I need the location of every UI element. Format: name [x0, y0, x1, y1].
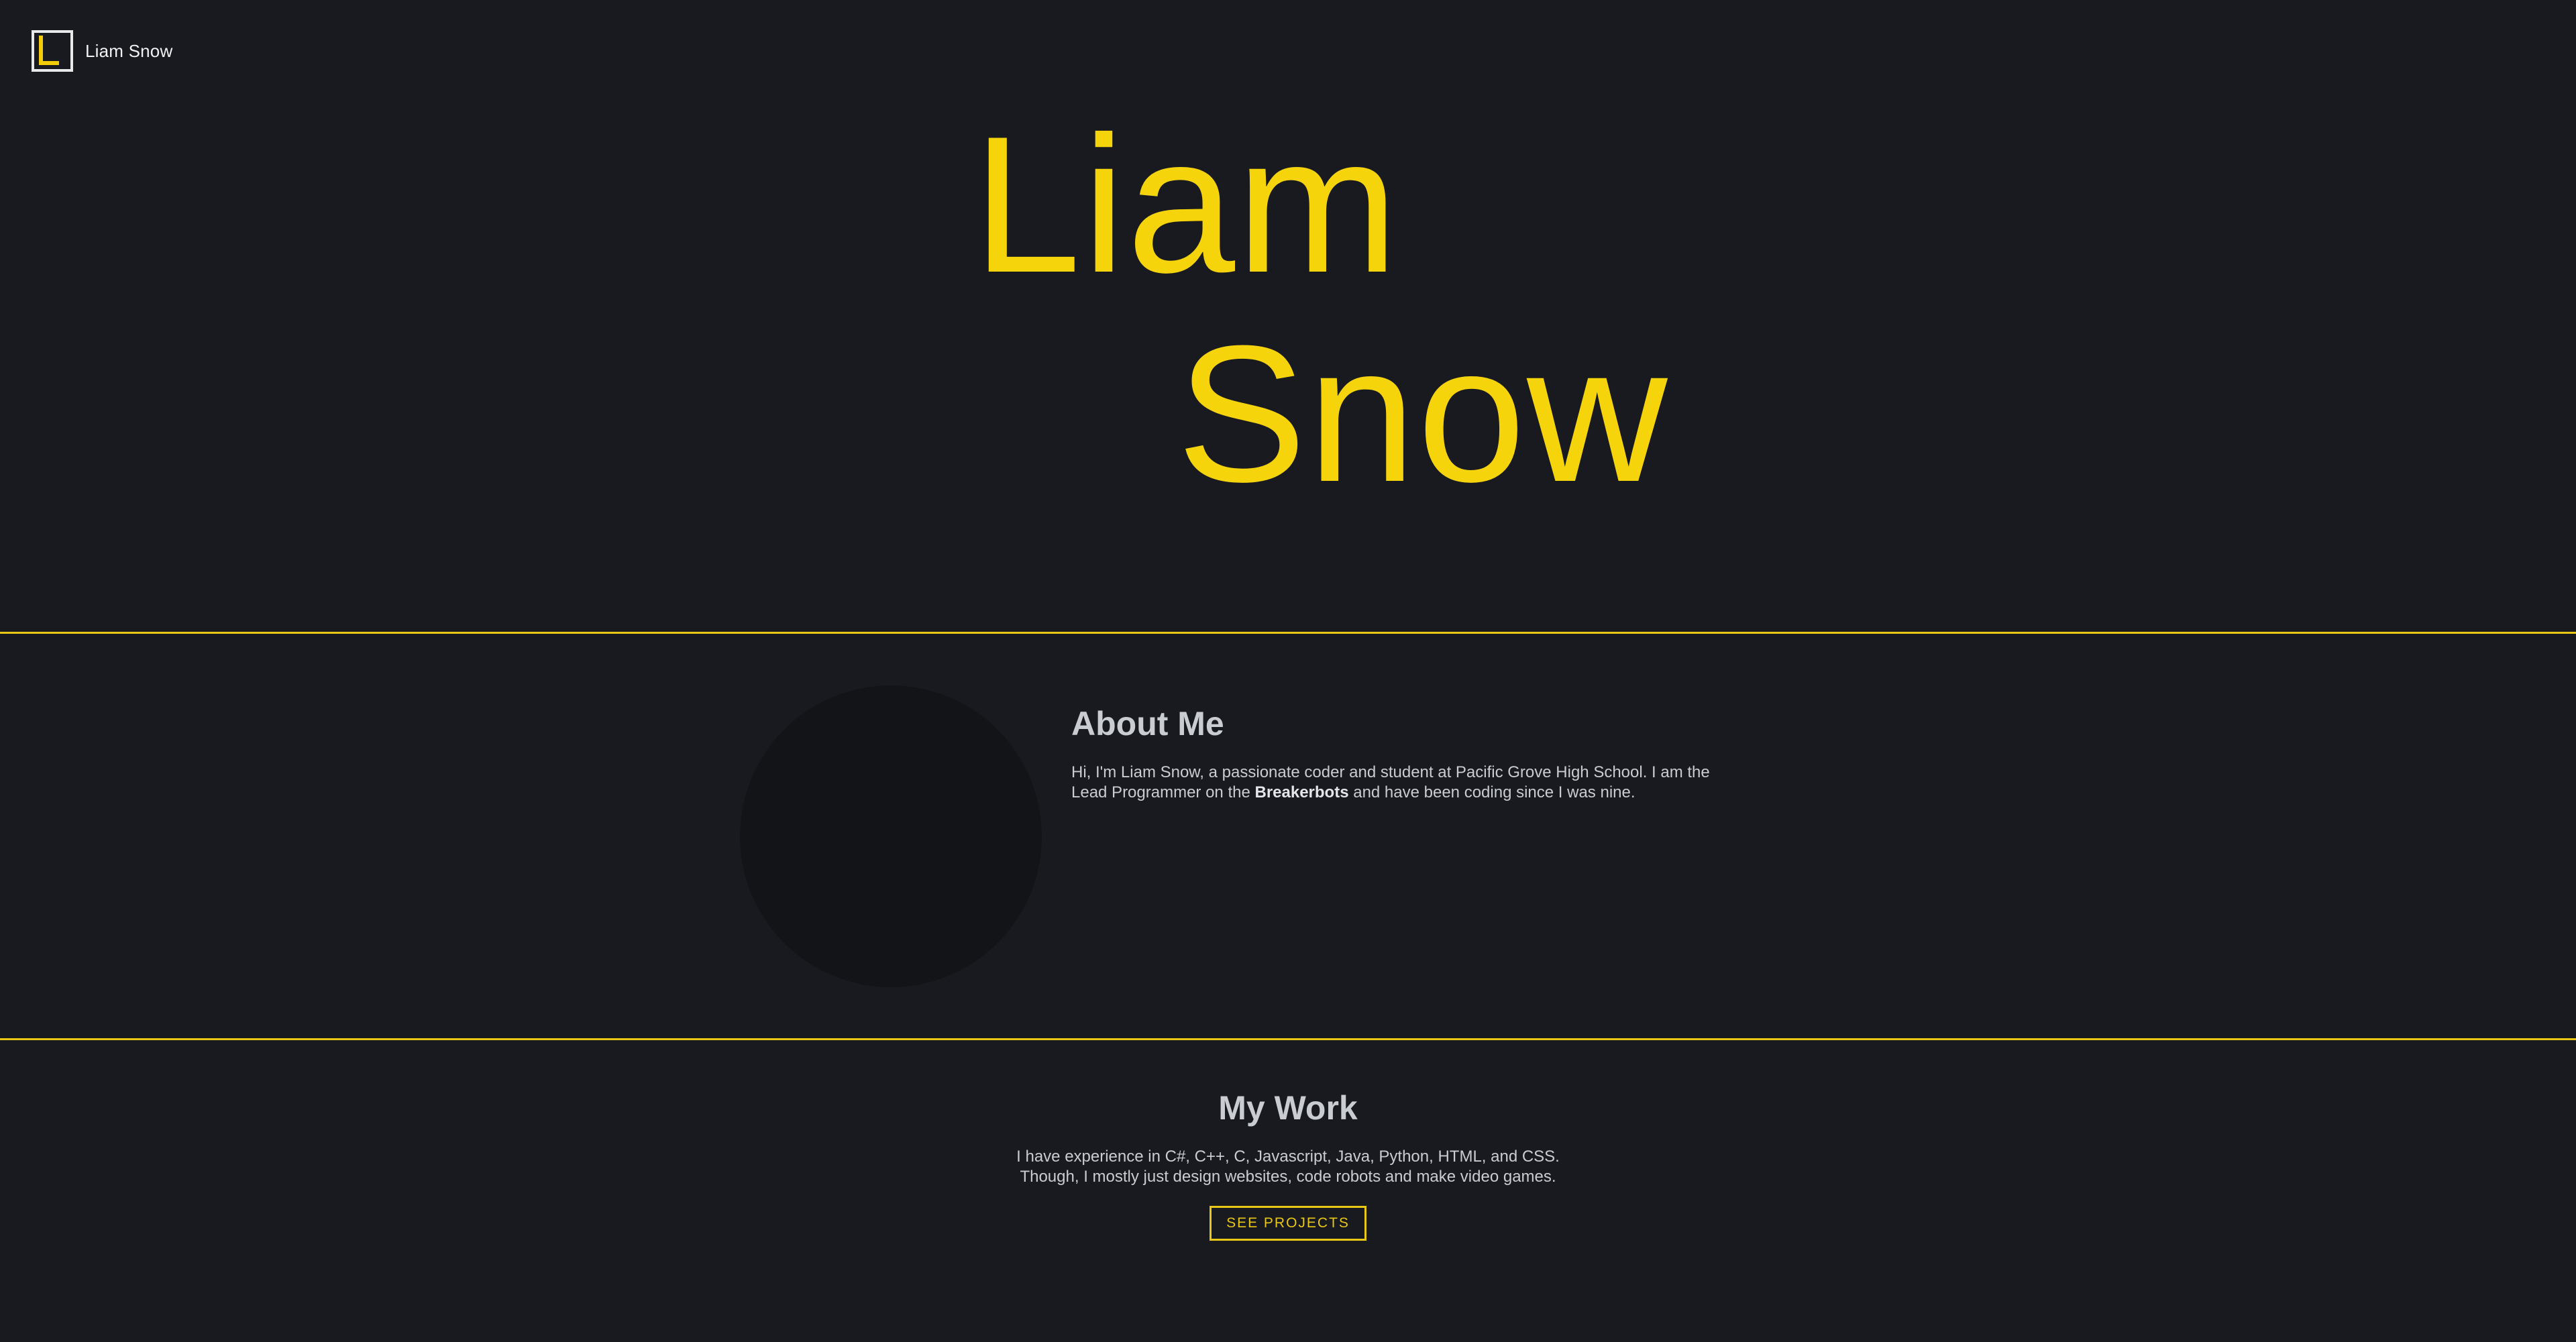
- section-divider: [0, 1038, 2576, 1040]
- about-text-after: and have been coding since I was nine.: [1348, 783, 1635, 801]
- team-name: Breakerbots: [1254, 783, 1349, 801]
- about-text: Hi, I'm Liam Snow, a passionate coder an…: [1071, 763, 1729, 803]
- work-title: My Work: [1218, 1089, 1358, 1127]
- avatar: [740, 685, 1042, 987]
- see-projects-button[interactable]: SEE PROJECTS: [1210, 1206, 1366, 1241]
- logo-letter-l: [39, 36, 59, 65]
- work-text: I have experience in C#, C++, C, Javascr…: [1016, 1148, 1560, 1186]
- hero-last-name: Snow: [1177, 305, 1669, 522]
- about-content: About Me Hi, I'm Liam Snow, a passionate…: [1071, 706, 1729, 819]
- about-title: About Me: [1071, 705, 1224, 742]
- bracket-l-logo-icon[interactable]: [32, 30, 73, 72]
- section-divider: [0, 632, 2576, 634]
- hero-first-name: Liam: [973, 96, 1400, 313]
- site-header: Liam Snow: [32, 30, 172, 72]
- work-section: My Work I have experience in C#, C++, C,…: [0, 1090, 2576, 1241]
- brand-name[interactable]: Liam Snow: [85, 41, 172, 62]
